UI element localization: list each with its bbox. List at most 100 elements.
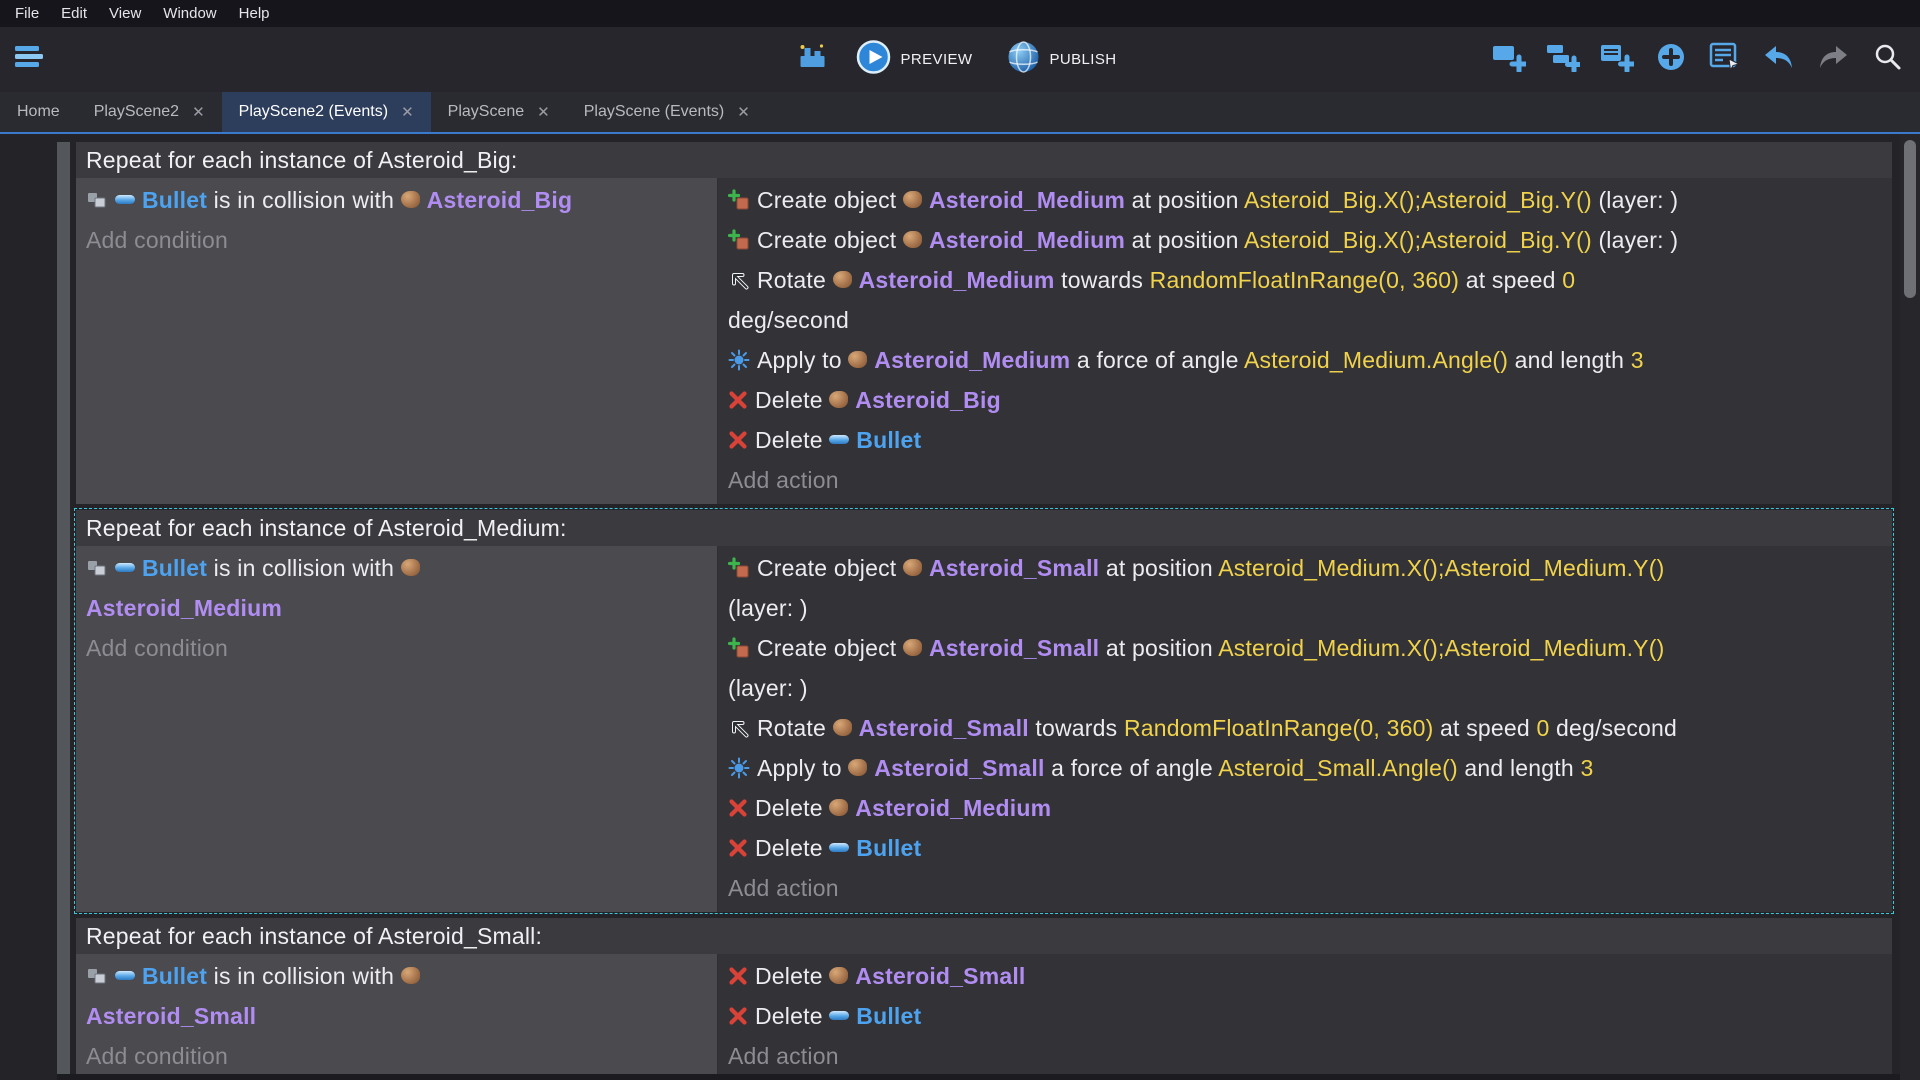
add-event-icon: [1492, 42, 1526, 77]
action-row[interactable]: Create object Asteroid_Medium at positio…: [728, 220, 1882, 260]
asteroid-icon: [903, 559, 922, 576]
delete-icon: [728, 430, 748, 450]
tab-playscene2-events[interactable]: PlayScene2 (Events) ✕: [222, 92, 431, 132]
tab-playscene-events[interactable]: PlayScene (Events) ✕: [567, 92, 767, 132]
search-button[interactable]: [1866, 41, 1908, 79]
text-segment: RandomFloatInRange(0, 360): [1150, 267, 1460, 293]
asteroid-icon: [829, 391, 848, 408]
text-segment: deg/second: [1549, 715, 1677, 741]
text-segment: Asteroid_Medium: [874, 347, 1070, 373]
menu-file[interactable]: File: [4, 5, 50, 22]
menu-help[interactable]: Help: [228, 5, 281, 22]
action-row[interactable]: Create object Asteroid_Small at position…: [728, 548, 1882, 628]
bullet-icon: [829, 843, 849, 852]
choose-events-button[interactable]: [1704, 41, 1746, 79]
asteroid-icon: [848, 759, 867, 776]
action-row[interactable]: Delete Bullet: [728, 828, 1882, 868]
bullet-icon: [115, 971, 135, 980]
preview-button[interactable]: PREVIEW: [856, 39, 973, 80]
add-condition-button[interactable]: Add condition: [86, 220, 707, 260]
event-body: Bullet is in collision with Asteroid_Big…: [76, 178, 1892, 504]
debug-button[interactable]: [792, 41, 834, 79]
rotate-icon: [728, 717, 750, 739]
add-comment-button[interactable]: [1596, 41, 1638, 79]
event-block[interactable]: Repeat for each instance of Asteroid_Med…: [76, 510, 1892, 912]
event-block[interactable]: Repeat for each instance of Asteroid_Sma…: [76, 918, 1892, 1080]
tab-playscene[interactable]: PlayScene ✕: [431, 92, 567, 132]
text-segment: Bullet: [142, 187, 207, 213]
action-row[interactable]: Apply to Asteroid_Medium a force of angl…: [728, 340, 1882, 380]
tab-label: PlayScene2 (Events): [239, 103, 388, 121]
text-segment: a force of angle: [1045, 755, 1219, 781]
text-segment: Rotate: [757, 267, 833, 293]
asteroid-icon: [833, 719, 852, 736]
publish-button[interactable]: PUBLISH: [1006, 40, 1116, 79]
create-icon: [728, 637, 750, 659]
condition-row[interactable]: Bullet is in collision with Asteroid_Big: [86, 180, 707, 220]
action-row[interactable]: Delete Asteroid_Big: [728, 380, 1882, 420]
toolbar-right: [1488, 41, 1908, 79]
action-row[interactable]: Delete Bullet: [728, 420, 1882, 460]
add-condition-button[interactable]: Add condition: [86, 628, 707, 668]
asteroid-icon: [829, 967, 848, 984]
condition-row[interactable]: Bullet is in collision with Asteroid_Sma…: [86, 956, 707, 1036]
condition-row[interactable]: Bullet is in collision with Asteroid_Med…: [86, 548, 707, 628]
text-segment: Delete: [755, 1003, 829, 1029]
event-body: Bullet is in collision with Asteroid_Sma…: [76, 954, 1892, 1080]
event-header[interactable]: Repeat for each instance of Asteroid_Med…: [76, 510, 1892, 546]
menu-edit[interactable]: Edit: [50, 5, 98, 22]
redo-button[interactable]: [1812, 41, 1854, 79]
scrollbar-thumb[interactable]: [1904, 140, 1916, 298]
action-row[interactable]: Create object Asteroid_Small at position…: [728, 628, 1882, 708]
tab-home[interactable]: Home: [0, 92, 77, 132]
text-segment: at speed: [1433, 715, 1536, 741]
add-new-button[interactable]: [1650, 41, 1692, 79]
event-header[interactable]: Repeat for each instance of Asteroid_Sma…: [76, 918, 1892, 954]
undo-icon: [1762, 42, 1796, 77]
text-segment: Asteroid_Small: [859, 715, 1029, 741]
text-segment: Apply to: [757, 347, 848, 373]
close-icon[interactable]: ✕: [737, 103, 750, 121]
event-indent-strip[interactable]: [57, 142, 70, 1074]
action-row[interactable]: Delete Asteroid_Small: [728, 956, 1882, 996]
close-icon[interactable]: ✕: [192, 103, 205, 121]
add-comment-icon: [1600, 42, 1634, 77]
text-segment: is in collision with: [207, 187, 401, 213]
add-action-button[interactable]: Add action: [728, 1036, 1882, 1076]
project-manager-button[interactable]: [12, 40, 46, 79]
tab-playscene2[interactable]: PlayScene2 ✕: [77, 92, 222, 132]
close-icon[interactable]: ✕: [401, 103, 414, 121]
horizontal-scrollbar[interactable]: [57, 1074, 1900, 1080]
add-action-button[interactable]: Add action: [728, 868, 1882, 908]
text-segment: Create object: [757, 187, 903, 213]
menu-window[interactable]: Window: [152, 5, 227, 22]
undo-button[interactable]: [1758, 41, 1800, 79]
asteroid-icon: [903, 231, 922, 248]
text-segment: at position: [1125, 227, 1244, 253]
add-event-button[interactable]: [1488, 41, 1530, 79]
text-segment: Asteroid_Medium: [929, 187, 1125, 213]
asteroid-icon: [401, 967, 420, 984]
close-icon[interactable]: ✕: [537, 103, 550, 121]
action-row[interactable]: Rotate Asteroid_Small towards RandomFloa…: [728, 708, 1882, 748]
action-row[interactable]: Create object Asteroid_Medium at positio…: [728, 180, 1882, 220]
add-condition-button[interactable]: Add condition: [86, 1036, 707, 1076]
action-row[interactable]: Apply to Asteroid_Small a force of angle…: [728, 748, 1882, 788]
vertical-scrollbar[interactable]: [1900, 134, 1920, 1080]
publish-label: PUBLISH: [1049, 51, 1116, 68]
action-row[interactable]: Delete Asteroid_Medium: [728, 788, 1882, 828]
add-subevent-button[interactable]: [1542, 41, 1584, 79]
tab-label: PlayScene (Events): [584, 103, 725, 121]
event-list-icon: [1709, 42, 1741, 77]
toolbar-center: PREVIEW PUBLISH: [792, 39, 1129, 80]
event-block[interactable]: Repeat for each instance of Asteroid_Big…: [76, 142, 1892, 504]
text-segment: Create object: [757, 635, 903, 661]
text-segment: Bullet: [856, 427, 921, 453]
menu-view[interactable]: View: [98, 5, 152, 22]
add-action-button[interactable]: Add action: [728, 460, 1882, 500]
action-row[interactable]: Rotate Asteroid_Medium towards RandomFlo…: [728, 260, 1882, 340]
delete-icon: [728, 390, 748, 410]
action-row[interactable]: Delete Bullet: [728, 996, 1882, 1036]
text-segment: Asteroid_Small: [86, 1003, 256, 1029]
event-header[interactable]: Repeat for each instance of Asteroid_Big…: [76, 142, 1892, 178]
